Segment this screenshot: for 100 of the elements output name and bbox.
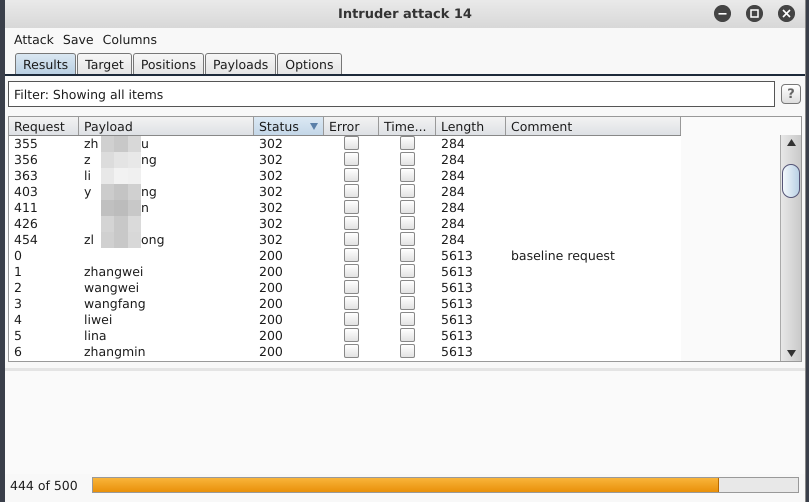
tab[interactable]: Target	[77, 53, 132, 74]
checkbox[interactable]	[400, 216, 415, 230]
checkbox[interactable]	[400, 264, 415, 278]
filter-bar[interactable]: Filter: Showing all items	[8, 81, 775, 107]
column-header[interactable]: Request	[9, 117, 79, 135]
table-cell-text: 284	[440, 200, 466, 216]
checkbox[interactable]	[400, 296, 415, 310]
maximize-icon[interactable]	[746, 5, 763, 22]
table-cell-text: 200	[258, 344, 284, 360]
table-cell: liwei	[84, 312, 112, 328]
checkbox[interactable]	[344, 152, 359, 166]
table-cell: zhangwei	[84, 264, 144, 280]
checkbox[interactable]	[400, 328, 415, 342]
tab[interactable]: Payloads	[205, 53, 276, 74]
table-cell-text: 200	[258, 280, 284, 296]
table-cell-text: li	[84, 168, 92, 184]
column-header[interactable]: Error	[324, 117, 379, 135]
table-cell-text: 403	[13, 184, 39, 200]
checkbox[interactable]	[400, 152, 415, 166]
column-header[interactable]: Status	[254, 117, 324, 135]
table-cell-text: 302	[258, 152, 284, 168]
table-cell-text: 5613	[440, 344, 474, 360]
table-cell-text: 3	[13, 296, 23, 312]
table-cell-text: 284	[440, 184, 466, 200]
menu-item[interactable]: Attack	[14, 32, 54, 47]
close-icon[interactable]	[778, 5, 795, 22]
table-cell-text: ng	[141, 152, 158, 168]
table-cell-text: 5613	[440, 280, 474, 296]
tab[interactable]: Positions	[132, 53, 204, 74]
table-cell-text: 200	[258, 296, 284, 312]
table-cell-text: 1	[13, 264, 23, 280]
table-cell-text: z	[84, 152, 92, 168]
table-cell-text: 302	[258, 184, 284, 200]
tab[interactable]: Options	[277, 53, 342, 74]
checkbox[interactable]	[344, 296, 359, 310]
menu-item[interactable]: Save	[62, 32, 94, 47]
column-header[interactable]: Comment	[506, 117, 681, 135]
checkbox[interactable]	[400, 136, 415, 150]
table-cell-text: 363	[13, 168, 39, 184]
table-cell-text: ong	[141, 232, 166, 248]
checkbox[interactable]	[400, 232, 415, 246]
checkbox[interactable]	[400, 200, 415, 214]
checkbox[interactable]	[344, 264, 359, 278]
checkbox[interactable]	[344, 280, 359, 294]
checkbox[interactable]	[344, 136, 359, 150]
table-cell-text: 284	[440, 136, 466, 152]
menu-item[interactable]: Columns	[102, 32, 157, 47]
table-cell-text: 454	[13, 232, 39, 248]
checkbox[interactable]	[344, 248, 359, 262]
table-cell-text: 200	[258, 248, 284, 264]
table-cell-text: 426	[13, 216, 39, 232]
column-header[interactable]: Length	[436, 117, 506, 135]
table-cell-text: 2	[13, 280, 23, 296]
scrollbar[interactable]	[780, 135, 801, 361]
table-cell-text: 200	[258, 312, 284, 328]
checkbox[interactable]	[344, 184, 359, 198]
checkbox[interactable]	[344, 344, 359, 358]
table-cell-text: y	[84, 184, 92, 200]
table-cell-text: 302	[258, 216, 284, 232]
table-cell-text: 284	[440, 232, 466, 248]
checkbox[interactable]	[400, 168, 415, 182]
tab[interactable]: Results	[15, 53, 76, 74]
checkbox[interactable]	[344, 312, 359, 326]
checkbox[interactable]	[400, 344, 415, 358]
minimize-icon[interactable]	[714, 5, 731, 22]
table-cell-text: 302	[258, 232, 284, 248]
table-cell-text: n	[141, 200, 150, 216]
table-cell-text: 6	[13, 344, 23, 360]
checkbox[interactable]	[400, 280, 415, 294]
checkbox[interactable]	[400, 312, 415, 326]
scroll-down-icon[interactable]	[786, 350, 796, 357]
table-cell: wangwei	[84, 280, 140, 296]
table-cell-text: 355	[13, 136, 39, 152]
checkbox[interactable]	[344, 200, 359, 214]
scroll-up-icon[interactable]	[786, 139, 796, 146]
table-cell-text: 4	[13, 312, 23, 328]
checkbox[interactable]	[400, 248, 415, 262]
table-cell: lina	[84, 328, 107, 344]
table-cell-text: 200	[258, 264, 284, 280]
help-button[interactable]: ?	[781, 84, 801, 104]
checkbox[interactable]	[344, 168, 359, 182]
scroll-thumb[interactable]	[782, 164, 800, 198]
column-header[interactable]: Time...	[379, 117, 436, 135]
checkbox[interactable]	[344, 232, 359, 246]
table-cell: zhangmin	[84, 344, 146, 360]
table-cell-text: 356	[13, 152, 39, 168]
table-cell-text: 5613	[440, 264, 474, 280]
table-cell-text: 5613	[440, 328, 474, 344]
checkbox[interactable]	[400, 184, 415, 198]
table-cell-text: zh	[84, 136, 100, 152]
table-cell-text: baseline request	[510, 248, 616, 264]
table-cell-text: 302	[258, 168, 284, 184]
sort-descending-icon	[310, 122, 318, 130]
table-cell-text: 0	[13, 248, 23, 264]
table-cell-text: 5613	[440, 248, 474, 264]
table-cell-text: 411	[13, 200, 39, 216]
checkbox[interactable]	[344, 216, 359, 230]
table-cell-text: 5613	[440, 296, 474, 312]
checkbox[interactable]	[344, 328, 359, 342]
table-cell-text: 284	[440, 168, 466, 184]
